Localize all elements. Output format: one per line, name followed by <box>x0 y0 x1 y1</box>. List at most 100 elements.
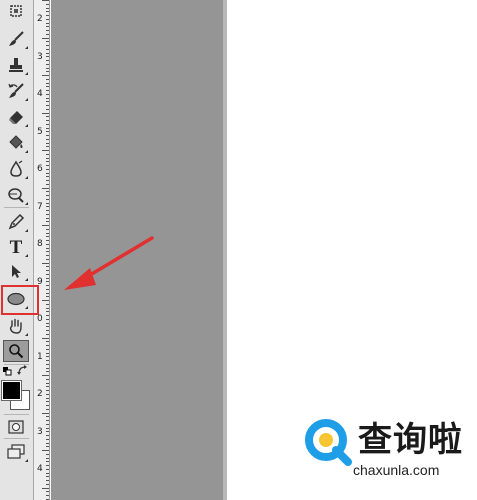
ruler-tick <box>42 150 49 151</box>
ruler-tick <box>46 41 49 43</box>
ruler-tick <box>46 446 49 448</box>
ruler-tick <box>46 401 49 403</box>
ruler-tick <box>46 142 49 144</box>
ruler-number: 0 <box>37 314 43 324</box>
ruler-tick <box>46 26 49 28</box>
ruler-number: 2 <box>37 389 43 399</box>
magnifier-icon <box>9 344 24 359</box>
ruler-tick <box>46 322 49 324</box>
ruler-tick <box>46 427 49 429</box>
ruler-tick <box>46 138 49 140</box>
ruler-tick <box>46 82 49 84</box>
ruler-tick <box>46 243 49 245</box>
ruler-tick <box>46 165 49 166</box>
path-selection-tool[interactable] <box>3 260 29 282</box>
brush-icon <box>9 31 24 46</box>
ruler-tick <box>46 56 49 58</box>
ruler-tick <box>46 296 49 298</box>
ruler-tick <box>46 213 49 215</box>
stamp-icon <box>9 58 23 72</box>
ruler-tick <box>46 206 49 208</box>
arrow-icon <box>12 265 21 278</box>
brush-tool[interactable] <box>3 28 29 50</box>
ruler-tick <box>46 307 49 309</box>
highlight-box <box>1 285 39 315</box>
ruler-tick <box>46 157 49 159</box>
ruler-tick <box>46 423 49 425</box>
ruler-tick <box>46 258 49 260</box>
ruler-tick <box>46 285 49 286</box>
blur-tool[interactable] <box>3 158 29 180</box>
paint-bucket-tool[interactable] <box>3 132 29 154</box>
ruler-tick <box>46 476 49 478</box>
ruler-tick <box>46 420 49 421</box>
clone-stamp-tool[interactable] <box>3 54 29 76</box>
ruler-tick <box>46 318 49 320</box>
type-icon: T <box>9 236 23 258</box>
ruler-number: 3 <box>37 51 43 62</box>
ruler-tick <box>46 386 49 388</box>
history-brush-tool[interactable] <box>3 80 29 102</box>
crop-tool[interactable] <box>3 0 29 22</box>
ruler-tick <box>46 277 49 279</box>
hand-tool[interactable] <box>3 315 29 337</box>
pen-icon <box>8 213 25 230</box>
ruler-tick <box>46 480 49 481</box>
ruler-number: 8 <box>37 239 43 249</box>
ruler-tick <box>46 176 49 178</box>
ruler-tick <box>46 348 49 350</box>
quick-mask-icon <box>8 420 24 434</box>
ruler-tick <box>46 78 49 80</box>
ruler-tick <box>46 461 49 463</box>
ruler-number: 4 <box>37 464 43 474</box>
bucket-icon <box>9 135 23 149</box>
hand-icon <box>9 318 22 334</box>
ruler-tick <box>42 412 49 414</box>
ruler-number: 6 <box>37 164 43 174</box>
ruler-number: 5 <box>37 126 43 137</box>
ruler-number: 3 <box>37 426 43 437</box>
ruler-tick <box>46 453 49 455</box>
eraser-icon <box>9 111 23 124</box>
type-tool[interactable]: T <box>3 236 29 258</box>
ruler-tick <box>42 375 49 376</box>
screen-mode-button[interactable] <box>3 441 29 463</box>
vertical-ruler: 2345678901234 <box>34 0 50 500</box>
ruler-tick <box>46 202 49 204</box>
ruler-tick <box>46 367 49 369</box>
ruler-tick <box>46 390 49 391</box>
foreground-color-swatch[interactable] <box>1 380 22 401</box>
ruler-tick <box>46 48 49 50</box>
ruler-tick <box>46 378 49 380</box>
ruler-tick <box>46 123 49 125</box>
watermark-url-text: chaxunla.com <box>353 462 440 478</box>
ruler-tick <box>46 352 49 354</box>
quick-mask-button[interactable] <box>3 416 29 438</box>
ruler-tick <box>42 487 49 489</box>
blur-icon <box>10 160 23 177</box>
ruler-tick <box>46 45 49 46</box>
ruler-tick <box>46 491 49 493</box>
ruler-tick <box>46 195 49 196</box>
ruler-tick <box>46 360 49 361</box>
ruler-tick <box>42 450 49 451</box>
eraser-tool[interactable] <box>3 106 29 128</box>
ruler-tick <box>42 75 49 76</box>
ruler-tick <box>42 262 49 264</box>
ruler-tick <box>46 221 49 223</box>
ruler-tick <box>46 255 49 256</box>
ruler-tick <box>46 210 49 211</box>
tools-panel: T <box>0 0 34 500</box>
pen-tool[interactable] <box>3 211 29 233</box>
ruler-tick <box>46 405 49 406</box>
ruler-tick <box>46 303 49 305</box>
zoom-tool[interactable] <box>3 340 29 362</box>
default-colors-icon[interactable] <box>2 366 14 376</box>
dodge-tool[interactable] <box>3 184 29 206</box>
ruler-tick <box>42 0 49 1</box>
ruler-tick <box>46 127 49 129</box>
swap-colors-icon[interactable] <box>17 365 29 377</box>
ruler-tick <box>46 326 49 328</box>
ruler-tick <box>42 225 49 226</box>
ruler-tick <box>46 472 49 474</box>
